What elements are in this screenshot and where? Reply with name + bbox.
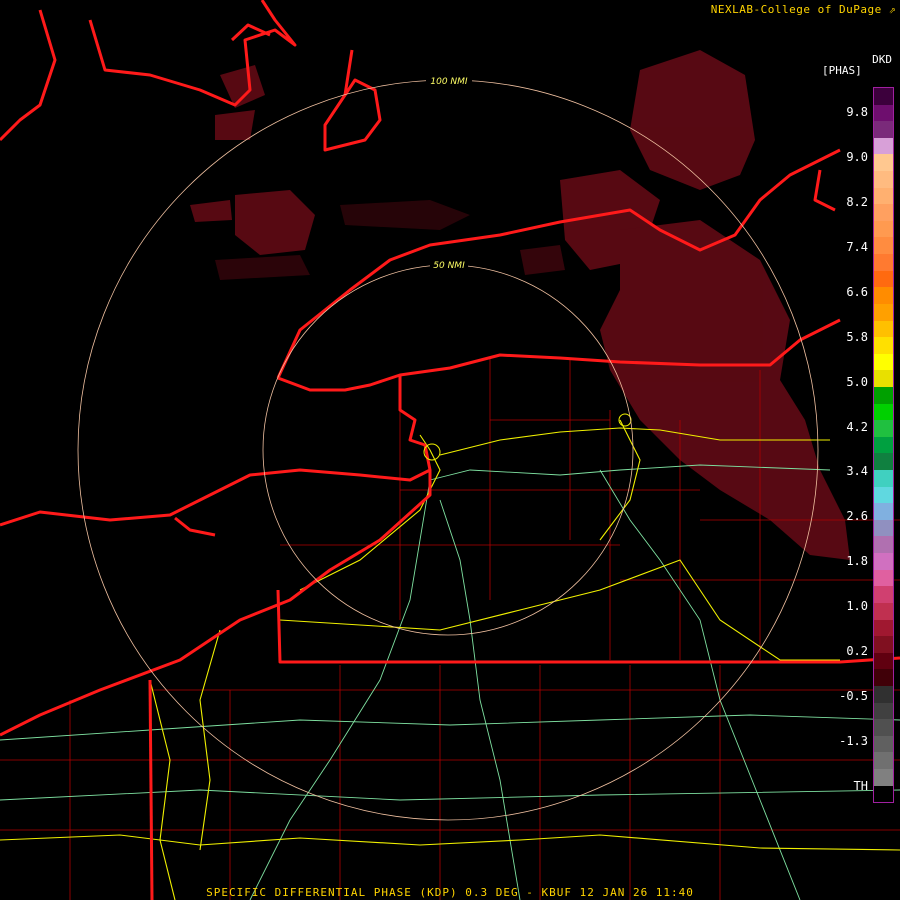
external-link-icon: ⇗ [888,3,896,16]
color-scale-swatch [874,719,893,736]
product-code: DKD [872,53,892,66]
legend-title: DKD [PHAS] [822,53,896,83]
legend-label: 7.4 [846,239,868,254]
color-scale-swatch [874,287,893,304]
color-scale-swatch [874,254,893,271]
color-scale-swatch [874,420,893,437]
color-scale-swatch [874,171,893,188]
color-scale-swatch [874,652,893,670]
legend-label: 5.0 [846,374,868,389]
range-ring-label-outer: 100 NMI [430,77,468,87]
units-label: [PHAS] [822,64,862,77]
color-scale-swatch [874,154,893,172]
color-scale-swatch [874,553,893,570]
color-scale-swatch [874,453,893,471]
color-scale-swatch [874,303,893,321]
color-scale-swatch [874,204,893,221]
legend-label: 8.2 [846,194,868,209]
legend-label: -0.5 [839,689,868,704]
color-scale-swatch [874,702,893,720]
color-scale-swatch [874,436,893,454]
color-scale-swatch [874,503,893,520]
color-scale-swatch [874,137,893,155]
color-scale-swatch [874,636,893,653]
legend-label: 2.6 [846,509,868,524]
legend-label: -1.3 [839,734,868,749]
color-scale-swatch [874,386,893,404]
color-scale-swatch [874,121,893,138]
legend-label: 0.2 [846,644,868,659]
legend-label: 1.0 [846,599,868,614]
color-scale-swatch [874,88,893,105]
range-ring-label-inner: 50 NMI [433,261,465,271]
color-scale-swatch [874,237,893,255]
color-scale-swatch [874,619,893,637]
credit-label[interactable]: NEXLAB-College of DuPage ⇗ [711,3,896,16]
legend-label: 5.8 [846,329,868,344]
legend-labels: 9.8 9.0 8.2 7.4 6.6 5.8 5.0 4.2 3.4 2.6 1.8 1.0 0.2 -… [832,86,874,800]
color-scale-swatch [874,104,893,122]
color-scale-swatch [874,337,893,354]
product-footer: SPECIFIC DIFFERENTIAL PHASE (KDP) 0.3 DE… [206,886,694,899]
legend-label: 6.6 [846,284,868,299]
color-scale-swatch [874,768,893,786]
color-scale-swatch [874,669,893,686]
legend-label: 9.0 [846,149,868,164]
color-scale-swatch [874,403,893,421]
color-scale-swatch [874,519,893,537]
color-scale-swatch [874,569,893,587]
legend-label: 9.8 [846,105,868,119]
color-scale-swatch [874,735,893,753]
color-scale-swatch [874,353,893,371]
legend-label: 4.2 [846,419,868,434]
color-scale-swatch [874,320,893,338]
color-scale-swatch [874,785,893,803]
color-scale-swatch [874,187,893,205]
color-scale-swatch [874,220,893,238]
color-scale [873,87,894,803]
credit-text: NEXLAB-College of DuPage [710,3,882,16]
color-scale-swatch [874,586,893,603]
legend-label: 3.4 [846,464,868,479]
color-scale-swatch [874,602,893,620]
legend-label: TH [853,779,868,793]
legend-label: 1.8 [846,554,868,569]
color-scale-swatch [874,270,893,288]
color-scale-swatch [874,370,893,387]
color-scale-swatch [874,470,893,487]
color-scale-swatch [874,536,893,554]
color-scale-swatch [874,685,893,703]
radar-map[interactable]: 100 NMI 50 NMI [0,0,900,900]
color-scale-swatch [874,486,893,504]
color-scale-swatch [874,752,893,769]
